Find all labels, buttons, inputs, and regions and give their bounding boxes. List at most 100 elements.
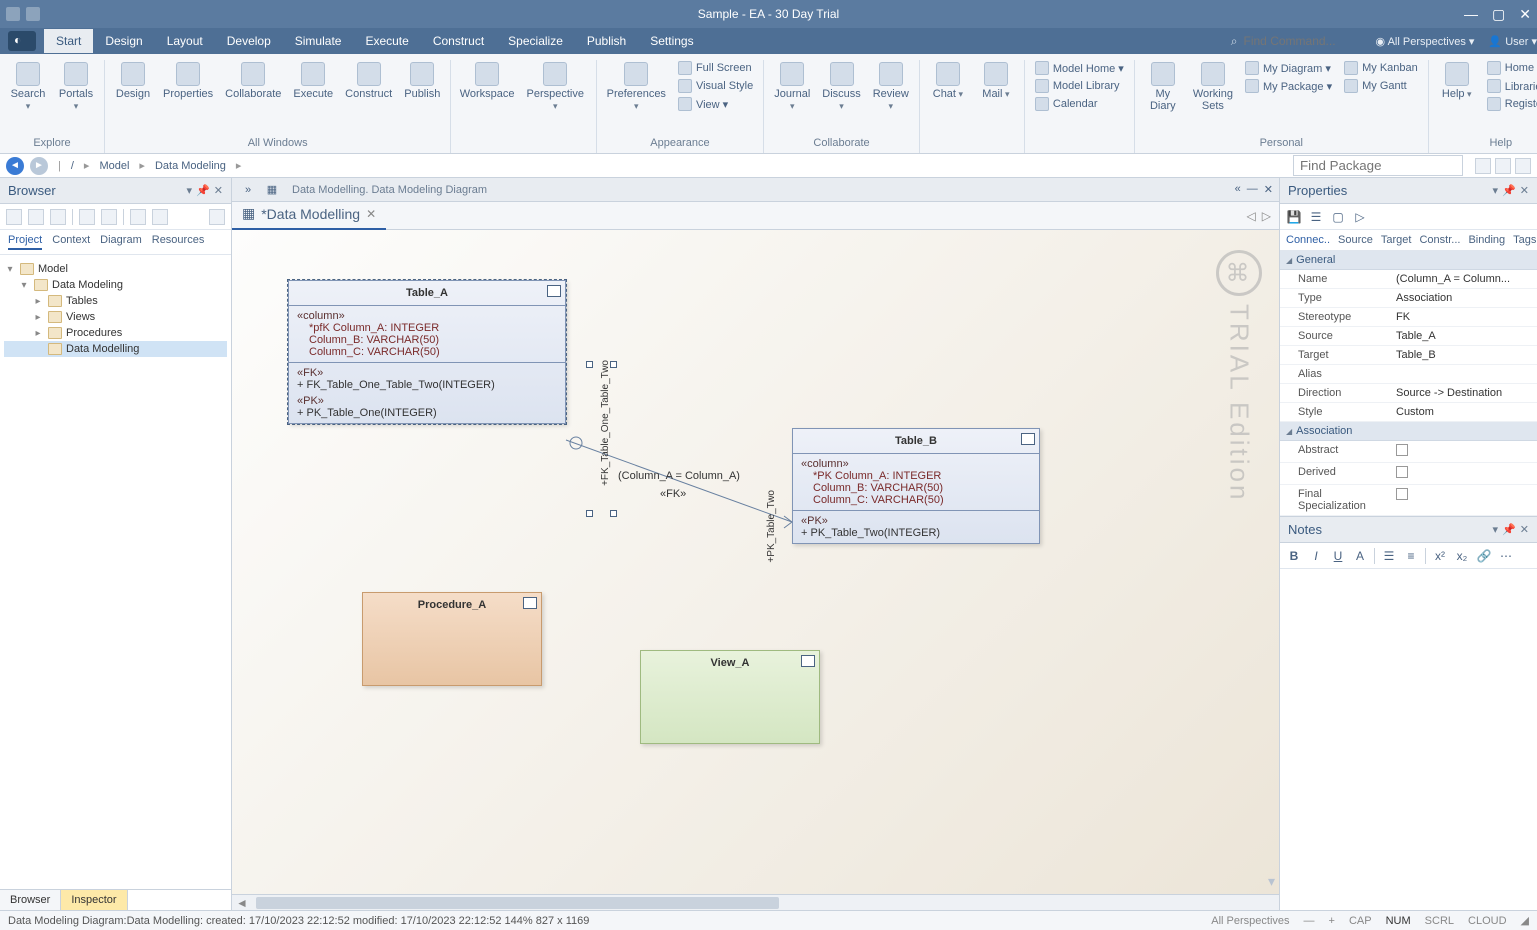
connector-end-a[interactable]: +FK_Table_One_Table_Two xyxy=(600,360,611,486)
notes-numlist-icon[interactable]: ≡ xyxy=(1403,548,1419,564)
ribbon-model-home[interactable]: Model Home ▾ xyxy=(1031,60,1128,76)
prop-row-type[interactable]: TypeAssociation xyxy=(1280,289,1537,308)
prop-row-direction[interactable]: DirectionSource -> Destination xyxy=(1280,384,1537,403)
entity-table-a[interactable]: Table_A «column» *pfK Column_A: INTEGER … xyxy=(288,280,566,424)
menu-tab-publish[interactable]: Publish xyxy=(575,29,638,53)
browser-tree[interactable]: ▾Model▾Data Modeling▸Tables▸Views▸Proced… xyxy=(0,255,231,889)
tree-node-procedures[interactable]: ▸Procedures xyxy=(4,325,227,341)
app-icon-1[interactable] xyxy=(6,7,20,21)
props-tool-3[interactable]: ▢ xyxy=(1330,209,1346,225)
ribbon-preferences[interactable]: Preferences xyxy=(603,60,670,114)
status-perspectives[interactable]: All Perspectives xyxy=(1211,915,1289,927)
selection-handle[interactable] xyxy=(586,510,593,517)
entity-procedure-a[interactable]: Procedure_A xyxy=(362,592,542,686)
ribbon-discuss[interactable]: Discuss xyxy=(818,60,864,114)
ribbon-execute[interactable]: Execute xyxy=(289,60,337,102)
props-list-icon[interactable]: ☰ xyxy=(1308,209,1324,225)
browser-tab-project[interactable]: Project xyxy=(8,234,42,250)
props-association-header[interactable]: Association xyxy=(1280,422,1537,441)
menu-tab-settings[interactable]: Settings xyxy=(638,29,705,53)
crumb-1[interactable]: Model xyxy=(99,160,129,172)
maximize-button[interactable]: ▢ xyxy=(1492,6,1505,23)
menu-tab-develop[interactable]: Develop xyxy=(215,29,283,53)
ribbon-chat[interactable]: Chat xyxy=(926,60,970,102)
prop-row-style[interactable]: StyleCustom xyxy=(1280,403,1537,422)
props-tab-1[interactable]: Source xyxy=(1338,234,1373,246)
browser-bottom-tab-browser[interactable]: Browser xyxy=(0,890,61,910)
nav-back-button[interactable]: ◄ xyxy=(6,157,24,175)
ribbon-collaborate[interactable]: Collaborate xyxy=(221,60,285,102)
ribbon-libraries[interactable]: Libraries ▾ xyxy=(1483,78,1537,94)
minimize-button[interactable]: — xyxy=(1464,6,1478,23)
selection-handle[interactable] xyxy=(586,361,593,368)
selection-handle[interactable] xyxy=(610,510,617,517)
ribbon-construct[interactable]: Construct xyxy=(341,60,396,102)
browser-up-icon[interactable] xyxy=(79,209,95,225)
doc-nav-prev[interactable]: ◁ xyxy=(1247,209,1256,223)
crumb-root[interactable]: / xyxy=(71,160,74,172)
prop-row-stereotype[interactable]: StereotypeFK xyxy=(1280,308,1537,327)
perspectives-dropdown[interactable]: ◉ All Perspectives ▾ xyxy=(1376,35,1475,48)
notes-close-icon[interactable]: ✕ xyxy=(1520,523,1529,536)
entity-table-b[interactable]: Table_B «column» *PK Column_A: INTEGER C… xyxy=(792,428,1040,544)
props-tab-0[interactable]: Connec.. xyxy=(1286,234,1330,246)
notes-link-icon[interactable]: 🔗 xyxy=(1476,548,1492,564)
ribbon-review[interactable]: Review xyxy=(869,60,913,114)
ribbon-search[interactable]: Search xyxy=(6,60,50,114)
props-tab-2[interactable]: Target xyxy=(1381,234,1412,246)
doc-tab-active[interactable]: ▦ *Data Modelling ✕ xyxy=(232,201,386,230)
notes-italic-icon[interactable]: I xyxy=(1308,548,1324,564)
selection-handle[interactable] xyxy=(610,361,617,368)
ribbon-my-package[interactable]: My Package ▾ xyxy=(1241,78,1336,94)
notes-list-icon[interactable]: ☰ xyxy=(1381,548,1397,564)
props-general-header[interactable]: General xyxy=(1280,251,1537,270)
menu-tab-layout[interactable]: Layout xyxy=(155,29,215,53)
menu-tab-specialize[interactable]: Specialize xyxy=(496,29,575,53)
ribbon-workspace[interactable]: Workspace xyxy=(457,60,517,102)
ribbon-model-library[interactable]: Model Library xyxy=(1031,78,1128,94)
ribbon-calendar[interactable]: Calendar xyxy=(1031,96,1128,112)
prop-row-final-specialization[interactable]: Final Specialization xyxy=(1280,485,1537,516)
find-command[interactable]: ⌕ xyxy=(1231,34,1364,49)
app-menu-button[interactable] xyxy=(8,31,36,51)
app-icon-2[interactable] xyxy=(26,7,40,21)
ribbon-journal[interactable]: Journal xyxy=(770,60,814,114)
connector-label-fk[interactable]: «FK» xyxy=(660,488,686,500)
canvas-scroll-down[interactable]: ▾ xyxy=(1268,873,1275,890)
doc-tab-close-icon[interactable]: ✕ xyxy=(366,207,376,221)
notes-sub-icon[interactable]: x₂ xyxy=(1454,548,1470,564)
diagram-canvas[interactable]: ⌘ TRIAL Edition Table_A «column» *pfK Co… xyxy=(232,230,1279,894)
props-play-icon[interactable]: ▷ xyxy=(1352,209,1368,225)
zoom-in-icon[interactable]: + xyxy=(1329,915,1335,927)
tree-node-data-modelling[interactable]: Data Modelling xyxy=(4,341,227,357)
tabbar-close-icon[interactable]: ✕ xyxy=(1264,183,1273,196)
browser-close-icon[interactable]: ✕ xyxy=(214,184,223,197)
props-tab-4[interactable]: Binding xyxy=(1468,234,1505,246)
tree-node-model[interactable]: ▾Model xyxy=(4,261,227,277)
notes-dropdown-icon[interactable]: ▾ xyxy=(1493,523,1499,536)
browser-tool-2[interactable] xyxy=(28,209,44,225)
ribbon-home-page[interactable]: Home Page xyxy=(1483,60,1537,76)
connector-end-b[interactable]: +PK_Table_Two xyxy=(766,490,777,563)
crumb-2[interactable]: Data Modeling xyxy=(155,160,226,172)
prop-row-target[interactable]: TargetTable_B xyxy=(1280,346,1537,365)
props-tab-5[interactable]: Tags xyxy=(1513,234,1536,246)
browser-tab-context[interactable]: Context xyxy=(52,234,90,250)
notes-underline-icon[interactable]: U xyxy=(1330,548,1346,564)
ribbon-visual-style[interactable]: Visual Style xyxy=(674,78,757,94)
browser-tool-3[interactable] xyxy=(50,209,66,225)
status-resize-grip[interactable]: ◢ xyxy=(1521,914,1529,927)
ribbon-portals[interactable]: Portals xyxy=(54,60,98,114)
connector-label-name[interactable]: (Column_A = Column_A) xyxy=(618,470,740,482)
browser-tab-diagram[interactable]: Diagram xyxy=(100,234,142,250)
menu-tab-simulate[interactable]: Simulate xyxy=(283,29,354,53)
notes-color-icon[interactable]: A xyxy=(1352,548,1368,564)
prop-row-alias[interactable]: Alias xyxy=(1280,365,1537,384)
tabbar-min-icon[interactable]: — xyxy=(1247,183,1258,196)
crumb-tool-1[interactable] xyxy=(1475,158,1491,174)
ribbon-my-diary[interactable]: My Diary xyxy=(1141,60,1185,114)
tabbar-expand-icon[interactable]: » xyxy=(240,182,256,198)
ribbon-my-gantt[interactable]: My Gantt xyxy=(1340,78,1422,94)
ribbon-properties[interactable]: Properties xyxy=(159,60,217,102)
ribbon-full-screen[interactable]: Full Screen xyxy=(674,60,757,76)
